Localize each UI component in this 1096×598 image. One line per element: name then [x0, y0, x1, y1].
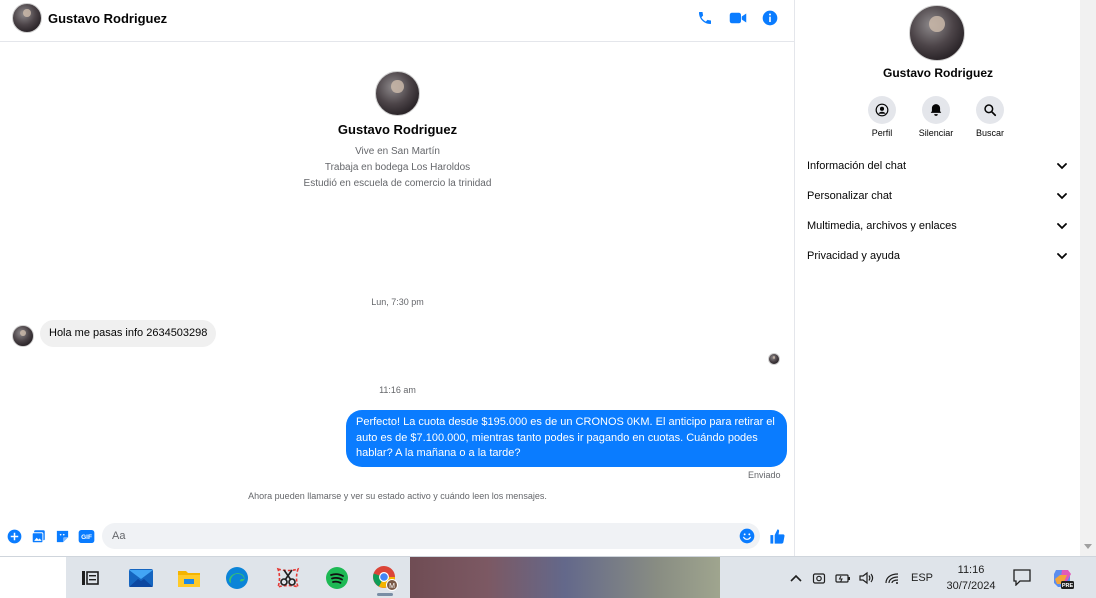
chat-header: Gustavo Rodriguez	[0, 0, 795, 42]
volume-icon[interactable]	[858, 569, 876, 587]
gif-icon-label: GIF	[81, 534, 92, 541]
chat-info-pane: Gustavo Rodriguez Perfil Silenciar Busca…	[796, 0, 1080, 556]
chevron-down-icon	[1055, 159, 1069, 173]
svg-text:M: M	[389, 583, 395, 590]
contact-name[interactable]: Gustavo Rodriguez	[48, 11, 167, 26]
wifi-icon[interactable]	[883, 569, 901, 587]
incoming-message[interactable]: Hola me pasas info 2634503298	[40, 320, 217, 347]
info-avatar[interactable]	[909, 5, 965, 61]
camera-privacy-icon[interactable]	[810, 569, 828, 587]
bell-icon[interactable]	[922, 96, 950, 124]
taskbar-blank-area	[0, 557, 66, 598]
menu-media-files-links-label: Multimedia, archivos y enlaces	[807, 220, 957, 232]
battery-icon[interactable]	[834, 569, 852, 587]
action-search-label: Buscar	[975, 128, 1004, 138]
windows-taskbar: M ESP 11:16 30/7/2024 PRE	[0, 556, 1096, 598]
timestamp-separator: Lun, 7:30 pm	[371, 297, 424, 307]
menu-media-files-links[interactable]: Multimedia, archivos y enlaces	[807, 215, 1069, 237]
chevron-up-icon[interactable]	[787, 569, 805, 587]
system-clock[interactable]: 11:16 30/7/2024	[944, 562, 998, 594]
scroll-down-arrow[interactable]	[1084, 544, 1092, 549]
composer-bar: GIF	[0, 520, 795, 556]
snipping-tool-icon[interactable]	[272, 562, 304, 594]
chevron-down-icon	[1055, 219, 1069, 233]
search-icon[interactable]	[976, 96, 1004, 124]
intro-lives-in: Vive en San Martín	[355, 146, 440, 157]
sent-status: Enviado	[748, 470, 781, 480]
notifications-icon[interactable]	[1013, 568, 1031, 586]
action-mute-label: Silenciar	[918, 128, 954, 138]
message-input[interactable]	[102, 523, 760, 549]
edge-icon[interactable]	[221, 562, 253, 594]
chrome-icon[interactable]: M	[369, 562, 401, 596]
outgoing-message[interactable]: Perfecto! La cuota desde $195.000 es de …	[346, 410, 787, 467]
menu-privacy-help[interactable]: Privacidad y ayuda	[807, 245, 1069, 267]
menu-customize-chat[interactable]: Personalizar chat	[807, 185, 1069, 207]
info-contact-name: Gustavo Rodriguez	[882, 66, 993, 80]
like-icon[interactable]	[767, 526, 787, 546]
mail-icon[interactable]	[125, 562, 157, 594]
language-indicator[interactable]: ESP	[911, 572, 933, 584]
page-scrollbar[interactable]	[1080, 0, 1096, 556]
task-view-icon[interactable]	[74, 562, 106, 594]
chat-pane: Gustavo Rodriguez Gustavo Rodriguez Vive…	[0, 0, 795, 556]
gif-icon[interactable]: GIF	[77, 527, 95, 545]
menu-chat-info[interactable]: Información del chat	[807, 155, 1069, 177]
sticker-icon[interactable]	[53, 527, 71, 545]
action-profile[interactable]: Perfil	[857, 96, 907, 138]
contact-avatar[interactable]	[12, 3, 42, 33]
phone-icon[interactable]	[695, 8, 715, 28]
action-search[interactable]: Buscar	[965, 96, 1015, 138]
action-profile-label: Perfil	[871, 128, 893, 138]
video-icon[interactable]	[728, 8, 748, 28]
spotify-icon[interactable]	[321, 562, 353, 594]
intro-works-at: Trabaja en bodega Los Haroldos	[324, 162, 471, 173]
action-mute[interactable]: Silenciar	[911, 96, 961, 138]
gallery-icon[interactable]	[29, 527, 47, 545]
call-notice: Ahora pueden llamarse y ver su estado ac…	[248, 491, 547, 501]
chevron-down-icon	[1055, 189, 1069, 203]
intro-avatar	[375, 71, 420, 116]
menu-customize-chat-label: Personalizar chat	[807, 190, 892, 202]
clock-time: 11:16	[957, 564, 985, 576]
intro-name: Gustavo Rodriguez	[337, 122, 458, 137]
intro-studied-at: Estudió en escuela de comercio la trinid…	[303, 178, 492, 189]
menu-chat-info-label: Información del chat	[807, 160, 907, 172]
file-explorer-icon[interactable]	[173, 562, 205, 594]
clock-date: 30/7/2024	[946, 580, 996, 592]
incoming-avatar	[12, 325, 34, 347]
info-icon[interactable]	[760, 8, 780, 28]
profile-icon[interactable]	[868, 96, 896, 124]
chevron-down-icon	[1055, 249, 1069, 263]
emoji-icon[interactable]	[738, 527, 756, 545]
taskbar-wallpaper-strip	[410, 557, 720, 598]
seen-indicator-avatar	[768, 353, 780, 365]
menu-privacy-help-label: Privacidad y ayuda	[807, 250, 900, 262]
plus-icon[interactable]	[5, 527, 23, 545]
copilot-badge-text: PRE	[1062, 583, 1074, 589]
copilot-icon[interactable]: PRE	[1052, 567, 1074, 589]
timestamp-separator: 11:16 am	[379, 385, 416, 395]
